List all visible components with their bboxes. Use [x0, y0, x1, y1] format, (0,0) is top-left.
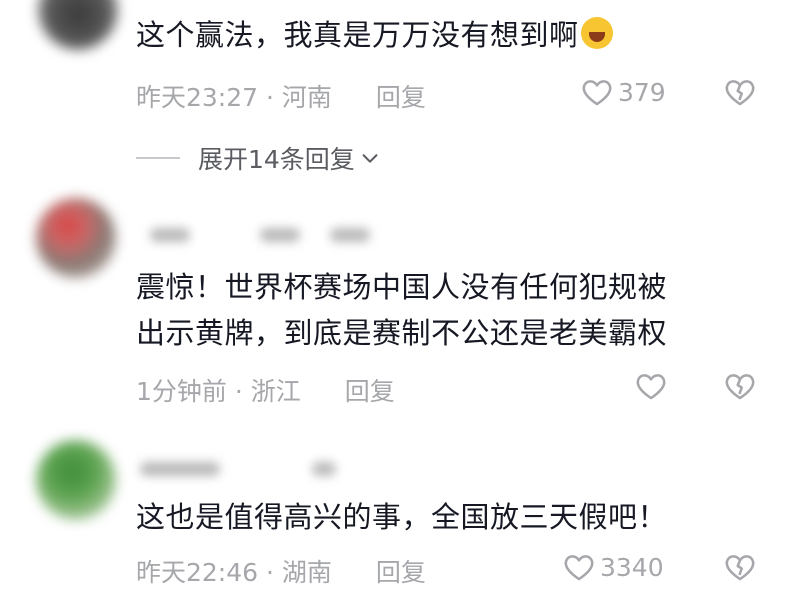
reply-button[interactable]: 回复 [345, 377, 395, 406]
broken-heart-icon [725, 374, 755, 400]
comment-time: 昨天22:46 [136, 558, 259, 587]
separator: · [234, 377, 243, 406]
reply-button[interactable]: 回复 [376, 558, 426, 587]
avatar[interactable] [36, 198, 116, 278]
dislike-button[interactable] [723, 369, 757, 407]
avatar[interactable] [38, 0, 118, 50]
comment-text-content: 这也是值得高兴的事，全国放三天假吧！ [136, 500, 668, 534]
avatar[interactable] [36, 440, 116, 520]
like-button[interactable]: 379 [580, 75, 666, 109]
comment-meta: 昨天22:46 · 湖南 回复 [136, 553, 426, 589]
dislike-button[interactable] [723, 75, 757, 113]
broken-heart-icon [725, 555, 755, 581]
username-blurred[interactable] [260, 228, 300, 242]
username-blurred[interactable] [330, 228, 370, 242]
comment-time: 昨天23:27 [136, 83, 259, 112]
divider [136, 157, 180, 159]
comment-location: 河南 [281, 83, 332, 112]
username-blurred[interactable] [312, 462, 336, 476]
separator: · [266, 83, 274, 112]
comment-text-line: 出示黄牌，到底是赛制不公还是老美霸权 [136, 316, 668, 350]
heart-outline-icon [564, 555, 594, 581]
dislike-button[interactable] [723, 550, 757, 588]
expand-replies-button[interactable]: 展开14条回复 [136, 140, 381, 176]
heart-outline-icon [582, 80, 612, 106]
heart-outline-icon [636, 374, 666, 400]
comment-text-content: 这个赢法，我真是万万没有想到啊 [136, 18, 579, 52]
comment-text: 这个赢法，我真是万万没有想到啊 [136, 15, 613, 55]
like-count: 3340 [600, 552, 664, 582]
comment-text-line: 震惊！世界杯赛场中国人没有任何犯规被 [136, 270, 668, 304]
laughing-crying-emoji-icon [580, 17, 613, 49]
username-blurred[interactable] [140, 462, 220, 476]
comment-location: 湖南 [281, 558, 332, 587]
like-count: 379 [618, 77, 666, 107]
comment-time: 1分钟前 [136, 377, 227, 406]
broken-heart-icon [725, 80, 755, 106]
username-blurred[interactable] [150, 228, 190, 242]
comment-text: 这也是值得高兴的事，全国放三天假吧！ [136, 497, 667, 537]
separator: · [266, 558, 274, 587]
chevron-down-icon [362, 154, 378, 163]
like-button[interactable]: 3340 [562, 550, 664, 584]
comment-meta: 1分钟前 · 浙江 回复 [136, 372, 395, 408]
like-button[interactable] [634, 369, 672, 403]
reply-button[interactable]: 回复 [376, 83, 426, 112]
expand-replies-label: 展开14条回复 [198, 145, 355, 174]
comment-location: 浙江 [250, 377, 301, 406]
comment-meta: 昨天23:27 · 河南 回复 [136, 78, 426, 114]
comment-text: 震惊！世界杯赛场中国人没有任何犯规被 出示黄牌，到底是赛制不公还是老美霸权 [136, 267, 667, 353]
